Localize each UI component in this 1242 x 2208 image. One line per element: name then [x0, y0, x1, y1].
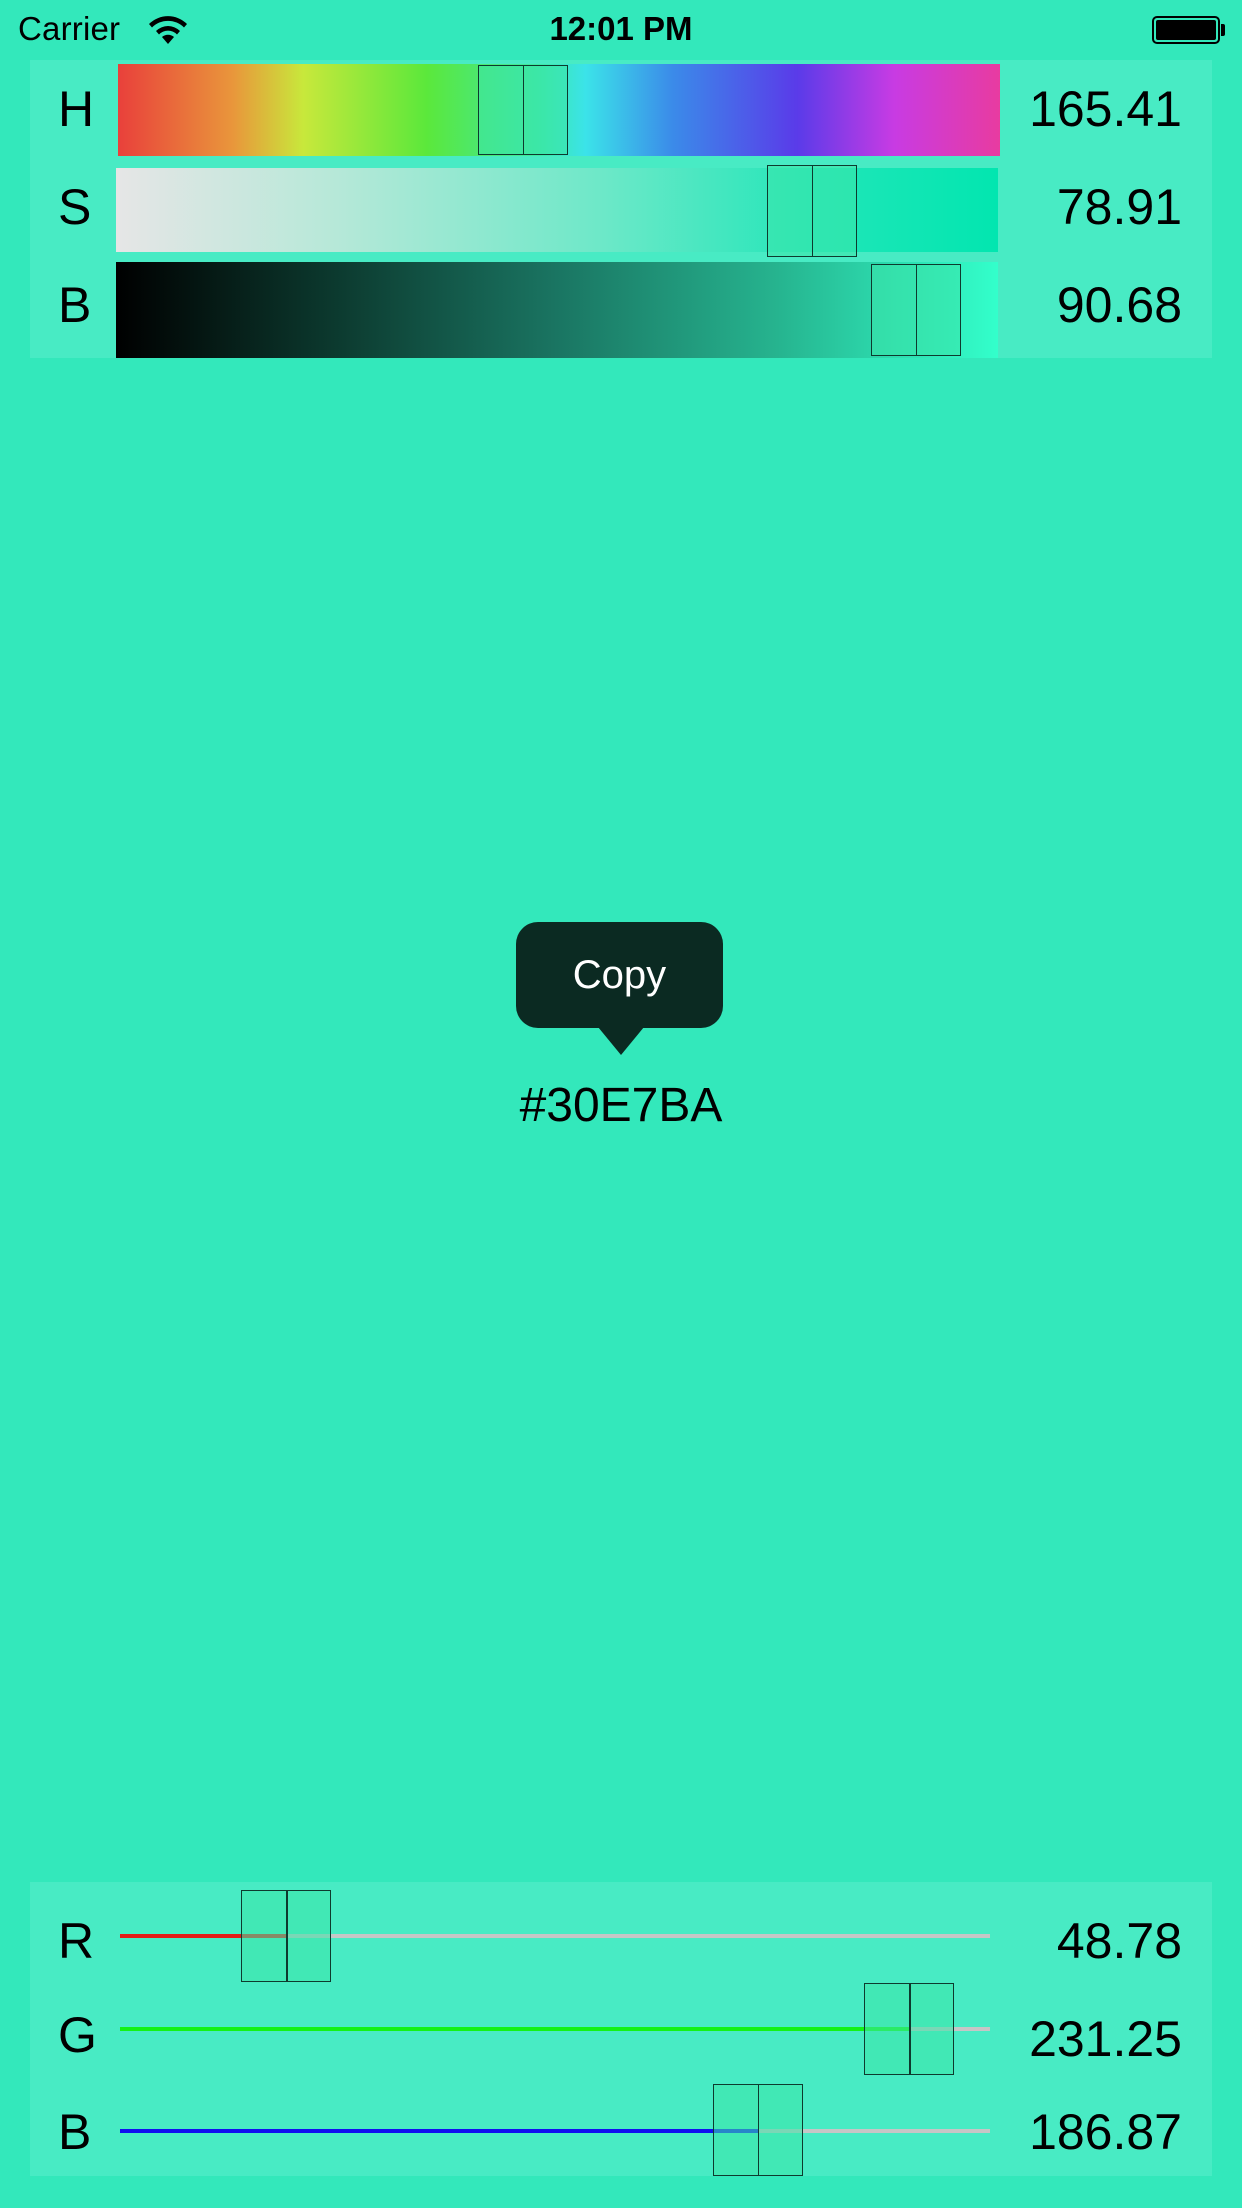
battery-tip [1221, 24, 1225, 36]
red-slider-thumb[interactable] [241, 1890, 332, 1982]
brightness-label: B [58, 277, 92, 333]
red-value: 48.78 [1056, 1913, 1182, 1969]
brightness-slider-track[interactable] [116, 262, 998, 358]
red-label: R [58, 1913, 95, 1969]
hue-slider-track[interactable] [118, 64, 1000, 156]
hsb-panel: H 165.41 S 78.91 B 90.68 [30, 60, 1212, 358]
green-value: 231.25 [1029, 2011, 1182, 2067]
green-label: G [58, 2007, 97, 2063]
copy-button[interactable]: Copy [516, 922, 723, 1028]
blue-slider-track[interactable] [120, 2129, 990, 2133]
green-slider-fill [120, 2027, 909, 2031]
rgb-panel: R 48.78 G 231.25 B 186.87 [30, 1882, 1212, 2176]
brightness-value: 90.68 [1056, 277, 1182, 333]
saturation-slider-thumb[interactable] [766, 165, 857, 257]
hex-color-code[interactable]: #30E7BA [0, 1078, 1242, 1133]
blue-label: B [58, 2104, 92, 2160]
green-slider-thumb[interactable] [864, 1983, 954, 2075]
blue-slider-fill [120, 2129, 758, 2133]
hue-value: 165.41 [1029, 81, 1182, 137]
green-slider-track[interactable] [120, 2027, 990, 2031]
hue-slider-thumb[interactable] [477, 65, 568, 155]
hue-label: H [58, 81, 95, 137]
copy-bubble-arrow [598, 1027, 644, 1055]
saturation-slider-track[interactable] [116, 165, 998, 257]
battery-icon [1152, 16, 1220, 44]
saturation-label: S [58, 179, 92, 235]
status-time: 12:01 PM [549, 10, 693, 47]
blue-slider-thumb[interactable] [712, 2084, 803, 2176]
brightness-slider-thumb[interactable] [870, 264, 961, 356]
saturation-value: 78.91 [1056, 179, 1182, 235]
blue-value: 186.87 [1029, 2104, 1182, 2160]
status-bar: Carrier 12:01 PM [0, 0, 1242, 60]
